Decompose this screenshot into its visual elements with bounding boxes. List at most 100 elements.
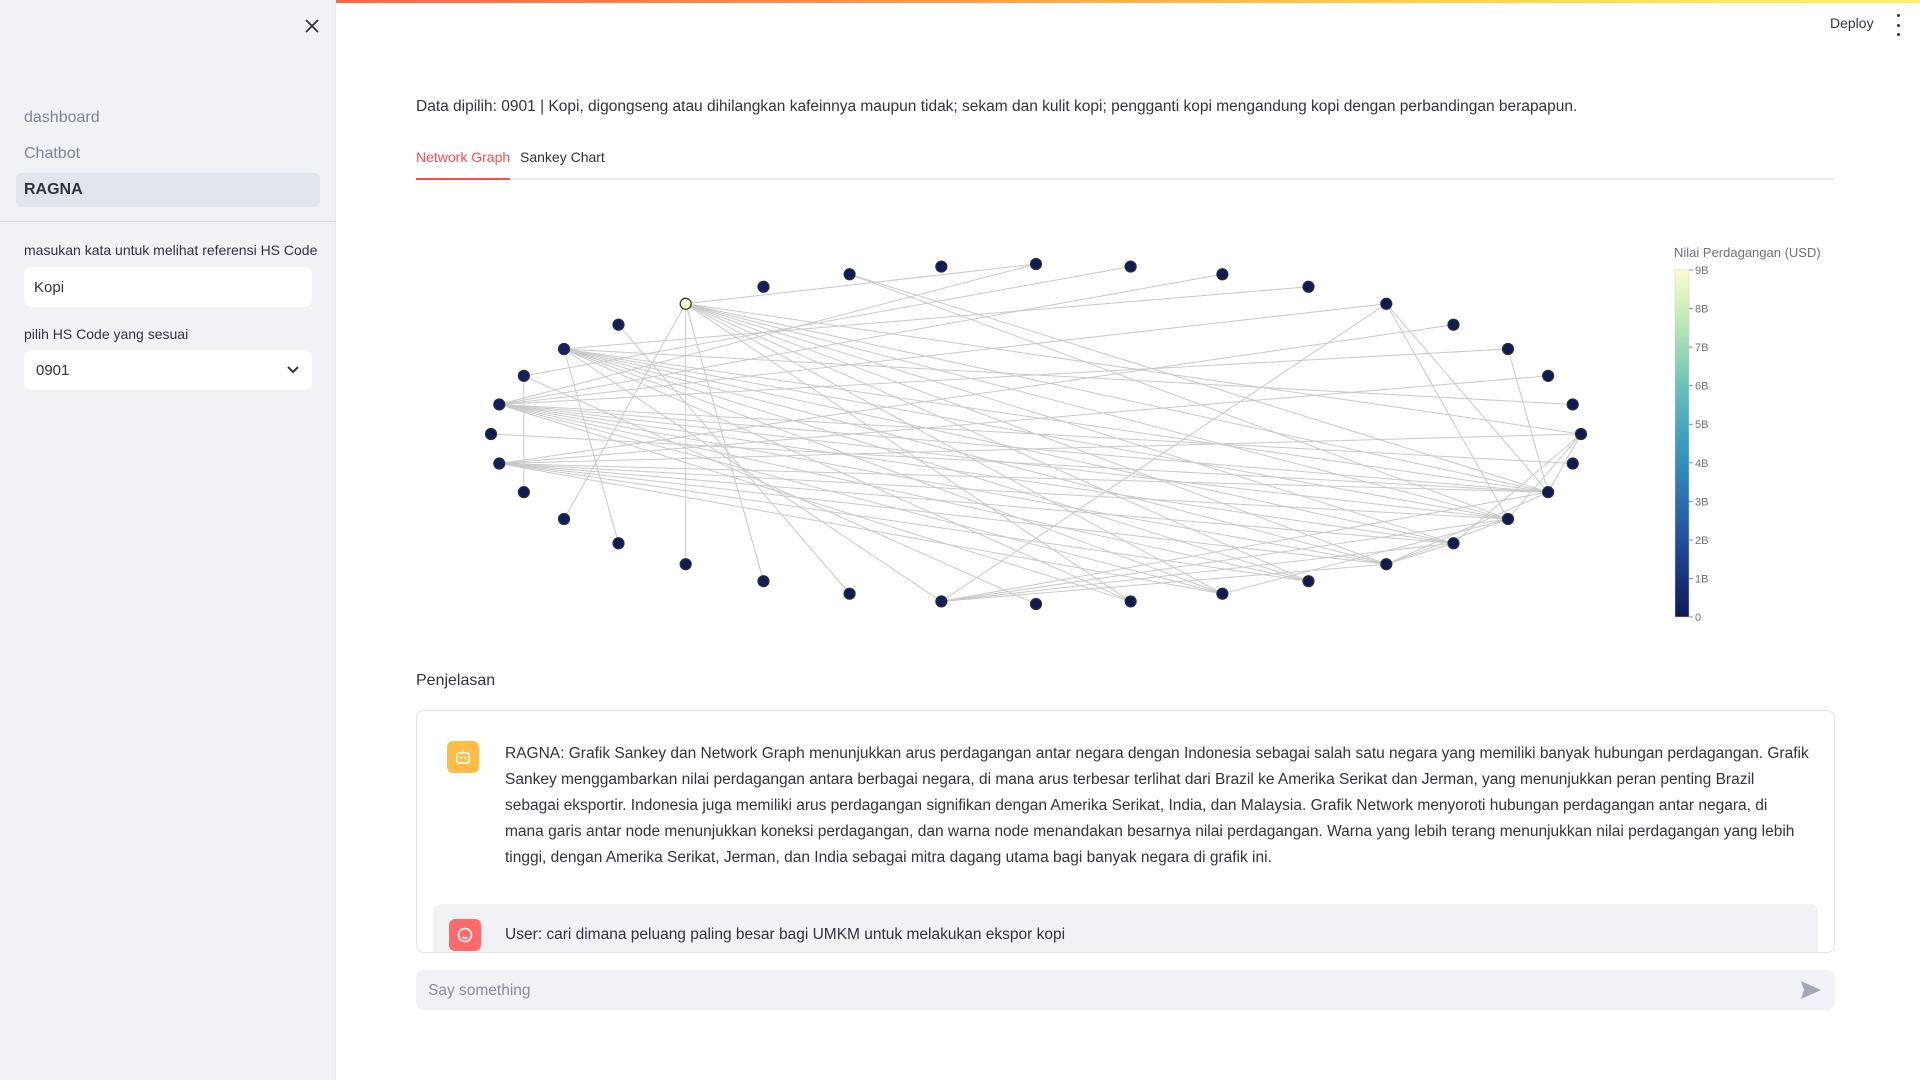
graph-node[interactable] xyxy=(1302,575,1315,588)
kebab-menu-icon xyxy=(1896,14,1900,17)
assistant-avatar xyxy=(447,741,479,773)
colorbar-tick-label: 5B xyxy=(1695,419,1708,431)
sidebar-divider xyxy=(0,221,336,222)
colorbar-gradient xyxy=(1674,269,1690,618)
graph-node[interactable] xyxy=(1566,457,1579,470)
colorbar-tick-label: 1B xyxy=(1695,573,1708,585)
graph-node[interactable] xyxy=(484,427,498,441)
graph-node[interactable] xyxy=(1029,597,1043,611)
hs-search-input[interactable] xyxy=(24,267,312,307)
colorbar-tick-label: 8B xyxy=(1695,304,1708,316)
graph-edge xyxy=(499,403,1454,544)
colorbar-tick-label: 4B xyxy=(1695,458,1708,470)
close-sidebar-button[interactable] xyxy=(300,14,324,38)
network-graph: 0 1B 2B 3B 4B 5B 6B 7B 8B 9B xyxy=(484,257,1708,624)
graph-edge xyxy=(563,348,942,602)
graph-edge xyxy=(1507,348,1549,493)
graph-node[interactable] xyxy=(612,537,625,550)
send-icon[interactable] xyxy=(1800,980,1822,1000)
colorbar: 0 1B 2B 3B 4B 5B 6B 7B 8B 9B xyxy=(1674,265,1708,624)
graph-edge xyxy=(941,542,1454,602)
robot-icon xyxy=(456,750,470,764)
graph-edge xyxy=(563,286,1309,350)
graph-node[interactable] xyxy=(1501,342,1515,356)
sidebar-item-dashboard[interactable]: dashboard xyxy=(16,101,320,135)
graph-edge xyxy=(1386,542,1454,565)
colorbar-tick-label: 3B xyxy=(1695,496,1708,508)
graph-edge xyxy=(563,348,619,544)
colorbar-tick-label: 0 xyxy=(1695,612,1701,624)
user-message: User: cari dimana peluang paling besar b… xyxy=(433,904,1818,952)
user-message-text: User: cari dimana peluang paling besar b… xyxy=(505,926,1066,943)
graph-node[interactable] xyxy=(1574,427,1588,441)
graph-node[interactable] xyxy=(1216,587,1229,600)
edges-layer xyxy=(490,263,1582,605)
close-icon xyxy=(305,19,319,33)
chevron-down-icon xyxy=(287,366,299,374)
graph-node[interactable] xyxy=(557,512,571,526)
graph-edge xyxy=(1453,433,1582,544)
graph-node[interactable] xyxy=(1216,268,1229,281)
user-avatar xyxy=(449,919,481,951)
graph-node[interactable] xyxy=(757,575,770,588)
graph-node[interactable] xyxy=(1542,486,1555,499)
graph-node[interactable] xyxy=(1542,369,1555,382)
sidebar-nav: dashboard Chatbot RAGNA xyxy=(16,101,320,209)
graph-node[interactable] xyxy=(517,369,530,382)
graph-node[interactable] xyxy=(493,398,506,411)
chat-messages-container[interactable]: RAGNA: Grafik Sankey dan Network Graph m… xyxy=(416,710,1835,953)
hs-code-selected-value: 0901 xyxy=(36,361,70,379)
colorbar-tick-label: 6B xyxy=(1695,381,1708,393)
graph-edge xyxy=(499,463,1454,544)
graph-edge xyxy=(499,463,1309,582)
graph-node[interactable] xyxy=(1501,512,1515,526)
tab-bar: Network Graph Sankey Chart xyxy=(416,146,1834,180)
deploy-button[interactable]: Deploy xyxy=(1830,15,1874,31)
hs-code-select[interactable]: 0901 xyxy=(24,350,312,390)
graph-node[interactable] xyxy=(612,318,625,331)
hs-select-label: pilih HS Code yang sesuai xyxy=(24,326,189,342)
user-face-icon xyxy=(457,927,473,943)
graph-node[interactable] xyxy=(557,342,571,356)
graph-edge xyxy=(1507,433,1582,520)
graph-node[interactable] xyxy=(1380,558,1393,571)
colorbar-tick-label: 2B xyxy=(1695,535,1708,547)
graph-node[interactable] xyxy=(757,280,770,293)
graph-node[interactable] xyxy=(843,587,856,600)
assistant-message-text: RAGNA: Grafik Sankey dan Network Graph m… xyxy=(505,745,1809,866)
graph-node[interactable] xyxy=(679,297,692,310)
graph-edge xyxy=(1386,491,1549,565)
chat-input-bar xyxy=(416,970,1835,1012)
graph-node[interactable] xyxy=(1447,537,1460,550)
colorbar-tick-label: 7B xyxy=(1695,342,1708,354)
colorbar-tick-label: 9B xyxy=(1695,265,1708,277)
graph-node[interactable] xyxy=(517,486,530,499)
graph-node[interactable] xyxy=(1124,595,1137,608)
graph-edge xyxy=(499,403,1549,493)
graph-node[interactable] xyxy=(1566,398,1579,411)
graph-node[interactable] xyxy=(1380,297,1393,310)
selected-data-text: Data dipilih: 0901 | Kopi, digongseng at… xyxy=(416,98,1578,115)
graph-node[interactable] xyxy=(1302,280,1315,293)
tab-network-graph[interactable]: Network Graph xyxy=(416,146,511,180)
graph-edge xyxy=(685,263,1037,305)
graph-edge xyxy=(499,403,1309,582)
graph-node[interactable] xyxy=(493,457,506,470)
graph-node[interactable] xyxy=(1447,318,1460,331)
graph-node[interactable] xyxy=(1029,257,1043,271)
graph-edge xyxy=(499,433,1582,465)
graph-edge xyxy=(685,303,1582,435)
graph-node[interactable] xyxy=(935,260,948,273)
tab-sankey-chart[interactable]: Sankey Chart xyxy=(520,146,605,178)
graph-node[interactable] xyxy=(1124,260,1137,273)
chat-input[interactable] xyxy=(426,970,1790,1012)
sidebar-item-ragna[interactable]: RAGNA xyxy=(16,173,320,207)
graph-node[interactable] xyxy=(843,268,856,281)
sidebar-item-chatbot[interactable]: Chatbot xyxy=(16,137,320,171)
graph-node[interactable] xyxy=(935,595,948,608)
colorbar-title: Nilai Perdagangan (USD) xyxy=(1674,245,1821,260)
explanation-heading: Penjelasan xyxy=(416,672,496,689)
graph-edge xyxy=(1385,303,1549,493)
graph-node[interactable] xyxy=(679,558,692,571)
main-menu-button[interactable] xyxy=(1892,14,1904,36)
